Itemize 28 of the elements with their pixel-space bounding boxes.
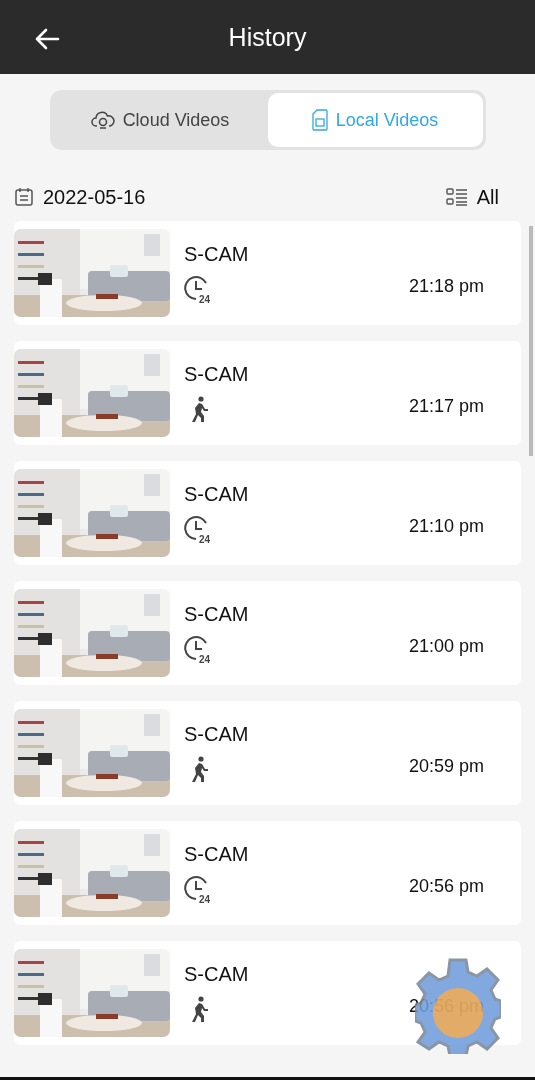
recording-time: 21:10 pm — [408, 515, 484, 537]
camera-name: S-CAM — [184, 362, 250, 386]
recording-time: 20:56 pm — [408, 875, 484, 897]
filter-button[interactable]: All — [445, 185, 499, 209]
camera-name: S-CAM — [184, 842, 250, 866]
date-picker[interactable]: 2022-05-16 — [14, 185, 146, 209]
recording-card[interactable]: S-CAM 24 20:56 pm — [14, 821, 521, 925]
recording-time: 21:17 pm — [408, 395, 484, 417]
camera-name: S-CAM — [184, 602, 250, 626]
camera-name: S-CAM — [184, 482, 250, 506]
camera-name: S-CAM — [184, 962, 250, 986]
list-icon — [445, 187, 468, 207]
page-title: History — [228, 22, 307, 52]
cloud-camera-icon — [90, 110, 115, 130]
recording-card[interactable]: S-CAM 21:17 pm — [14, 341, 521, 445]
recording-time: 21:00 pm — [408, 635, 484, 657]
recording-time: 21:18 pm — [408, 275, 484, 297]
sd-card-icon — [311, 109, 328, 131]
recording-card[interactable]: S-CAM 24 21:00 pm — [14, 581, 521, 685]
recording-time: 20:59 pm — [408, 755, 484, 777]
camera-name: S-CAM — [184, 242, 250, 266]
recording-card[interactable]: S-CAM 24 21:18 pm — [14, 221, 521, 325]
recording-card[interactable]: S-CAM 20:59 pm — [14, 701, 521, 805]
recording-card[interactable]: S-CAM 24 21:10 pm — [14, 461, 521, 565]
back-arrow-icon — [34, 28, 60, 50]
calendar-icon — [14, 187, 34, 207]
camera-name: S-CAM — [184, 722, 250, 746]
tab[interactable]: Cloud Videos — [52, 93, 268, 147]
